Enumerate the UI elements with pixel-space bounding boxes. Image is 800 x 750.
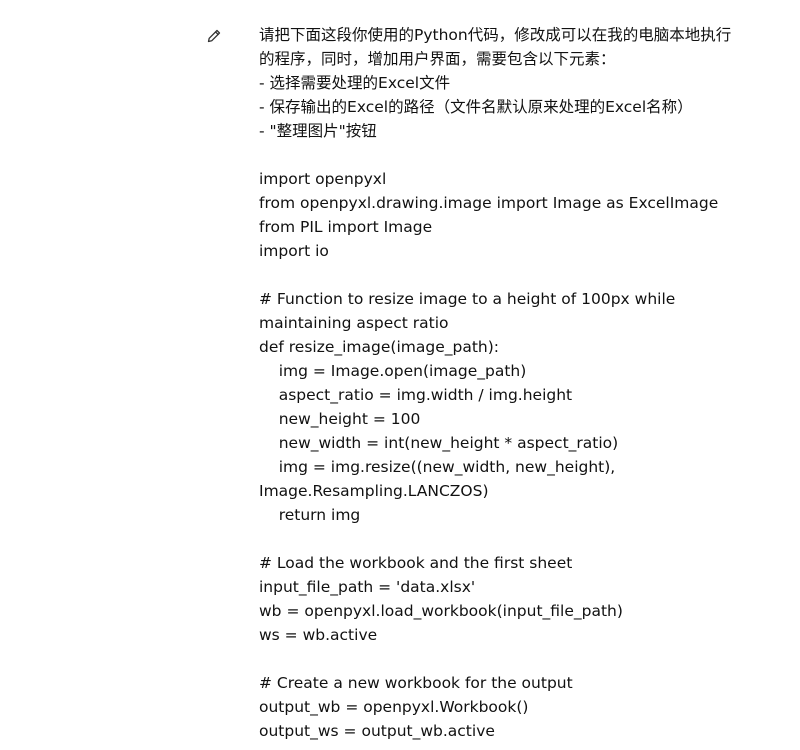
- message-line: [259, 527, 779, 551]
- message-line: wb = openpyxl.load_workbook(input_file_p…: [259, 602, 623, 620]
- message-line: img = img.resize((new_width, new_height)…: [259, 458, 616, 476]
- message-line: output_wb = openpyxl.Workbook(): [259, 698, 529, 716]
- user-message: 请把下面这段你使用的Python代码，修改成可以在我的电脑本地执行 的程序，同时，…: [0, 0, 800, 750]
- message-line: Image.Resampling.LANCZOS): [259, 482, 489, 500]
- message-line: 请把下面这段你使用的Python代码，修改成可以在我的电脑本地执行: [259, 26, 732, 44]
- message-line: aspect_ratio = img.width / img.height: [259, 386, 573, 404]
- message-line: [259, 647, 779, 671]
- message-line: 的程序，同时，增加用户界面，需要包含以下元素：: [259, 50, 616, 68]
- message-line: new_height = 100: [259, 410, 421, 428]
- message-line: import io: [259, 242, 329, 260]
- message-line: import openpyxl: [259, 170, 387, 188]
- message-line: from PIL import Image: [259, 218, 433, 236]
- edit-message-button[interactable]: [204, 26, 224, 46]
- message-line: ws = wb.active: [259, 626, 378, 644]
- message-line: maintaining aspect ratio: [259, 314, 449, 332]
- message-line: return img: [259, 506, 361, 524]
- message-line: - "整理图片"按钮: [259, 122, 377, 140]
- message-line: - 选择需要处理的Excel文件: [259, 74, 451, 92]
- message-line: # Load the workbook and the first sheet: [259, 554, 573, 572]
- message-line: [259, 263, 779, 287]
- message-text: 请把下面这段你使用的Python代码，修改成可以在我的电脑本地执行 的程序，同时，…: [259, 23, 779, 743]
- message-line: output_ws = output_wb.active: [259, 722, 495, 740]
- pencil-icon: [207, 29, 221, 43]
- message-line: def resize_image(image_path):: [259, 338, 499, 356]
- message-line: # Function to resize image to a height o…: [259, 290, 676, 308]
- message-line: new_width = int(new_height * aspect_rati…: [259, 434, 619, 452]
- message-line: [259, 143, 779, 167]
- message-line: img = Image.open(image_path): [259, 362, 527, 380]
- message-line: - 保存输出的Excel的路径（文件名默认原来处理的Excel名称）: [259, 98, 693, 116]
- message-line: # Create a new workbook for the output: [259, 674, 573, 692]
- message-line: input_file_path = 'data.xlsx': [259, 578, 476, 596]
- message-line: from openpyxl.drawing.image import Image…: [259, 194, 719, 212]
